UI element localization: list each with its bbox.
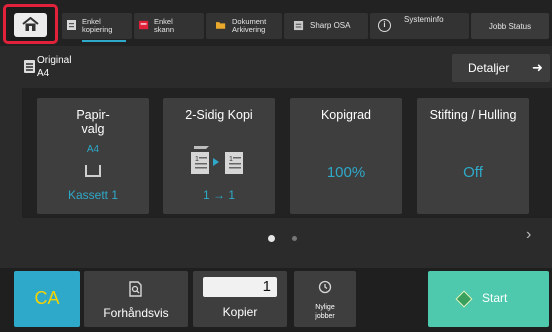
history-icon — [318, 280, 332, 294]
paper-tray-value: Kassett 1 — [67, 188, 119, 202]
staple-punch-title: Stifting / Hulling — [429, 108, 517, 122]
tray-icon — [85, 165, 101, 177]
staple-punch-panel[interactable]: Stifting / Hulling Off — [417, 98, 529, 214]
copies-control: 1 Kopier — [193, 271, 287, 327]
arrow-right-icon: ➜ — [532, 60, 543, 75]
paper-select-panel[interactable]: Papir- valg A4 Kassett 1 — [37, 98, 149, 214]
osa-icon — [294, 21, 304, 31]
duplex-copy-panel[interactable]: 2-Sidig Kopi 1 1 1 → 1 — [163, 98, 275, 214]
tab-simple-scan-line2: skann — [154, 25, 175, 34]
duplex-copy-title: 2-Sidig Kopi — [185, 108, 253, 122]
details-label: Detaljer — [468, 61, 510, 75]
original-size[interactable]: A4 — [37, 68, 49, 79]
duplex-icon: 1 1 — [191, 146, 243, 174]
top-bar: Enkel kopiering Enkel skann Dokument Ark… — [0, 0, 552, 46]
page-indicator-dot-active[interactable] — [268, 235, 275, 242]
active-tab-indicator — [82, 40, 126, 42]
job-status-label: Jobb Status — [488, 22, 532, 31]
preview-icon — [129, 281, 142, 297]
copy-ratio-value: 100% — [326, 164, 366, 181]
tab-system-info-label: Systeminfo — [404, 15, 444, 24]
home-highlight-frame — [3, 4, 58, 44]
copy-icon — [67, 20, 76, 30]
tab-sharp-osa[interactable]: Sharp OSA — [284, 13, 368, 39]
tab-document-filing[interactable]: Dokument Arkivering — [206, 13, 282, 39]
info-icon: i — [378, 19, 391, 32]
tab-sharp-osa-label: Sharp OSA — [310, 21, 351, 30]
original-document-icon — [24, 60, 35, 73]
tab-simple-copy[interactable]: Enkel kopiering — [62, 13, 132, 42]
svg-text:1: 1 — [195, 156, 199, 163]
staple-punch-value: Off — [463, 164, 483, 181]
copy-ratio-title: Kopigrad — [320, 108, 372, 122]
copies-input[interactable]: 1 — [203, 277, 277, 297]
chevron-right-icon[interactable]: › — [526, 226, 531, 244]
recent-jobs-button[interactable]: Nylige jobber — [294, 271, 356, 327]
recent-jobs-label-line1: Nylige — [315, 304, 335, 311]
clear-all-button[interactable]: CA — [14, 271, 80, 327]
tab-simple-copy-line2: kopiering — [82, 25, 113, 34]
tab-simple-scan[interactable]: Enkel skann — [134, 13, 204, 39]
preview-label: Forhåndsvis — [103, 306, 169, 320]
copies-label: Kopier — [222, 305, 258, 319]
scan-icon — [139, 20, 149, 30]
start-button[interactable]: Start — [428, 271, 549, 327]
preview-button[interactable]: Forhåndsvis — [84, 271, 188, 327]
home-icon — [22, 17, 39, 31]
paper-select-title-line1: Papir- — [76, 108, 110, 122]
start-diamond-icon — [455, 290, 473, 308]
svg-text:1: 1 — [229, 156, 233, 163]
original-label[interactable]: Original — [37, 55, 71, 66]
copies-value: 1 — [262, 278, 271, 295]
details-button[interactable]: Detaljer ➜ — [452, 54, 550, 82]
duplex-mode-value: 1 → 1 — [202, 188, 235, 202]
tab-system-info[interactable]: i Systeminfo — [370, 13, 469, 39]
tab-document-filing-line2: Arkivering — [232, 25, 266, 34]
paper-size-value: A4 — [86, 144, 100, 155]
start-label: Start — [482, 291, 508, 305]
home-button[interactable] — [14, 13, 47, 37]
page-indicator-dot[interactable] — [292, 236, 297, 241]
folder-icon — [216, 22, 226, 29]
copy-ratio-panel[interactable]: Kopigrad 100% — [290, 98, 402, 214]
paper-select-title-line2: valg — [81, 122, 105, 136]
clear-all-label: CA — [34, 288, 60, 308]
recent-jobs-label-line2: jobber — [315, 313, 335, 320]
job-status-button[interactable]: Jobb Status — [471, 13, 549, 39]
